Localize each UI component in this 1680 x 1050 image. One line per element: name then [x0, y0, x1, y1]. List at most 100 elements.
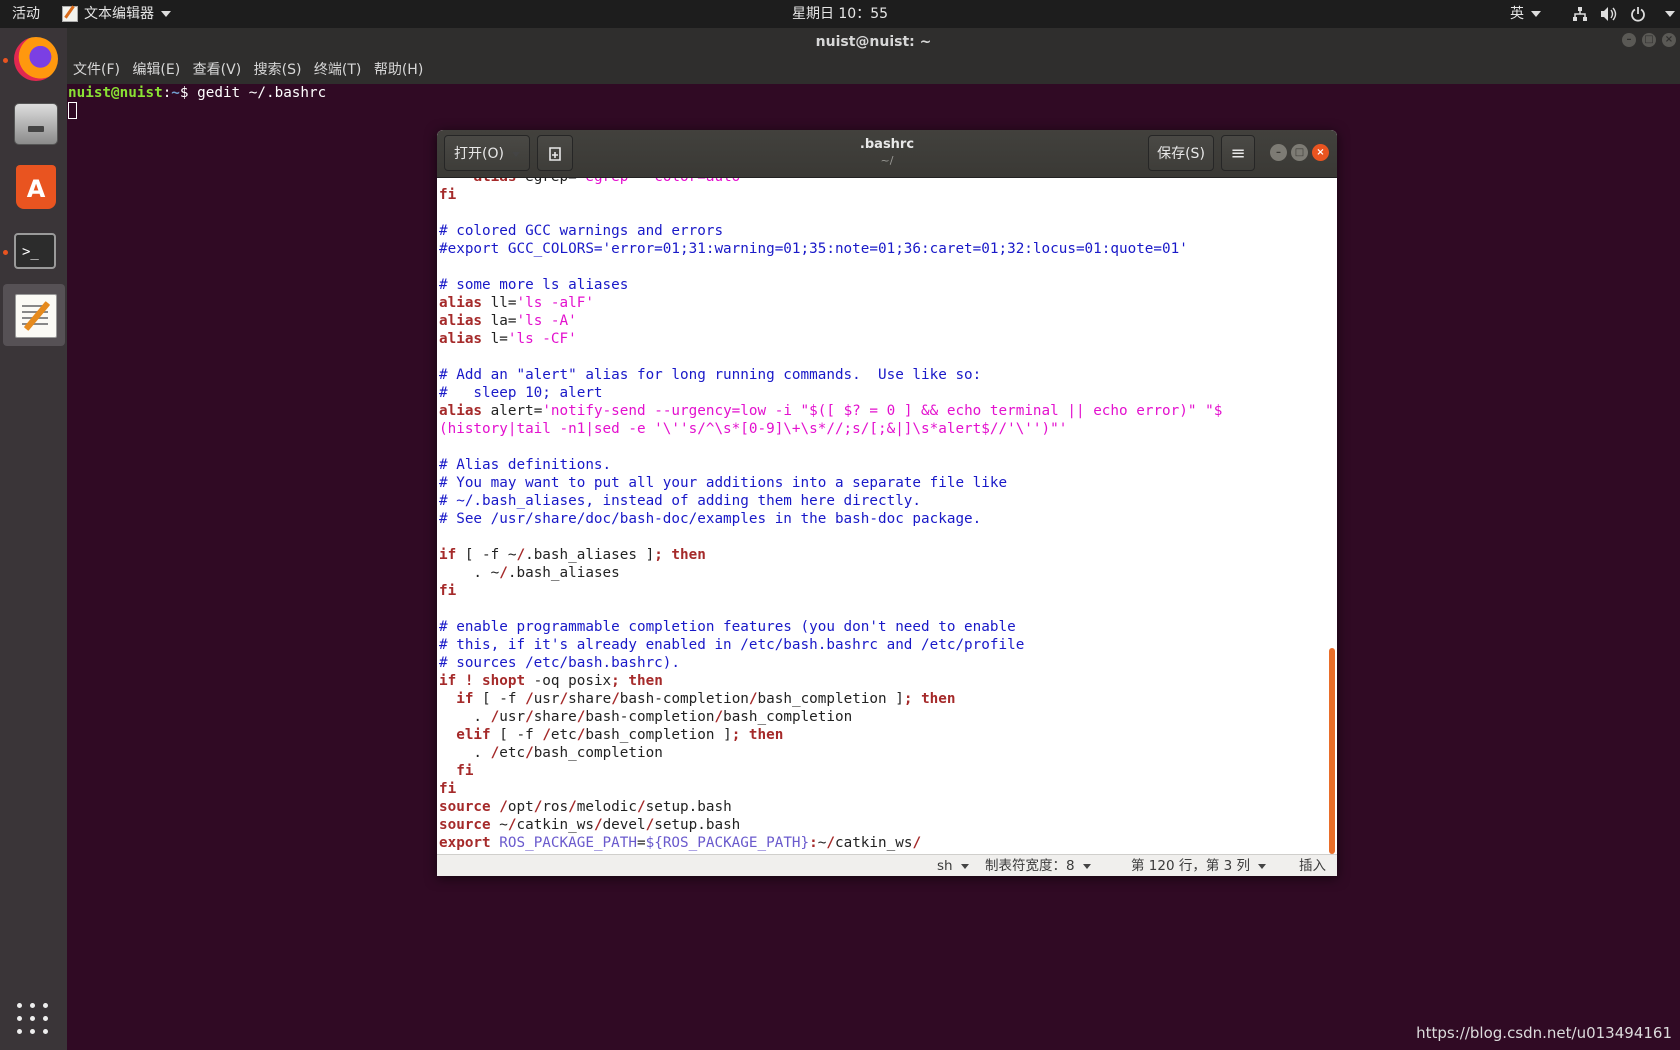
code-token: ll= [482, 295, 517, 311]
show-apps-icon[interactable] [17, 1003, 49, 1035]
code-token: / [568, 799, 577, 815]
clock-area: 星期日 10：55 [0, 0, 1680, 28]
software-center-icon: A [16, 165, 56, 209]
menu-help[interactable]: 帮助(H) [374, 62, 423, 78]
code-line: # See /usr/share/doc/bash-doc/examples i… [439, 510, 1222, 528]
system-menu[interactable] [1572, 0, 1675, 28]
terminal-titlebar[interactable]: nuist@nuist: ~ – □ × [67, 28, 1680, 56]
close-icon[interactable]: × [1662, 33, 1676, 47]
menu-edit[interactable]: 编辑(E) [132, 62, 180, 78]
code-token: . ~ [439, 565, 500, 581]
code-token: opt [507, 799, 534, 815]
app-menu[interactable]: 文本编辑器 [62, 0, 171, 28]
code-line: source /opt/ros/melodic/setup.bash [439, 798, 1222, 816]
code-line: alias egrep='egrep --color=auto' [439, 178, 1222, 186]
network-icon [1573, 7, 1587, 21]
editor-text-area[interactable]: alias egrep='egrep --color=auto'fi # col… [437, 178, 1337, 854]
code-token: alias [439, 295, 483, 311]
code-token: setup.bash [654, 817, 741, 833]
code-token: / [714, 709, 724, 725]
hamburger-menu-icon[interactable]: ≡ [1221, 135, 1255, 171]
menu-search[interactable]: 搜索(S) [254, 62, 302, 78]
menu-terminal[interactable]: 终端(T) [314, 62, 361, 78]
volume-icon [1601, 7, 1617, 21]
code-token: bash-completion [585, 709, 715, 725]
open-button-label: 打开(O) [454, 146, 520, 162]
tab-width-selector[interactable]: 制表符宽度：8 [985, 855, 1091, 876]
close-icon[interactable]: × [1312, 144, 1329, 161]
code-token: l= [482, 331, 508, 347]
code-token: .bash_aliases ] [525, 547, 655, 563]
scrollbar-thumb[interactable] [1329, 648, 1335, 854]
language-selector[interactable]: sh [937, 855, 969, 876]
code-token: / [516, 547, 526, 563]
dock-text-editor[interactable] [3, 284, 65, 346]
code-token: # ~/.bash_aliases, instead of adding the… [439, 493, 922, 509]
files-icon [14, 103, 58, 145]
menu-view[interactable]: 查看(V) [193, 62, 242, 78]
code-token: [ -f [473, 691, 526, 707]
chevron-down-icon [1658, 0, 1675, 28]
code-line: alias la='ls -A' [439, 312, 1222, 330]
new-document-button[interactable] [537, 135, 573, 171]
code-token: # Add an "alert" alias for long running … [439, 367, 982, 383]
watermark: https://blog.csdn.net/u013494161 [1416, 1024, 1672, 1042]
code-token: etc [550, 727, 577, 743]
text-editor-icon [15, 294, 57, 338]
code-token: usr [533, 691, 560, 707]
open-button[interactable]: 打开(O) [444, 135, 530, 171]
cursor-line [68, 102, 1680, 120]
code-token: / [593, 817, 603, 833]
power-icon [1631, 7, 1645, 22]
clock[interactable]: 星期日 10：55 [792, 6, 888, 22]
save-button[interactable]: 保存(S) [1148, 135, 1214, 171]
maximize-icon[interactable]: □ [1291, 144, 1308, 161]
code-token: setup.bash [645, 799, 732, 815]
code-token: la= [482, 313, 517, 329]
code-line: # You may want to put all your additions… [439, 474, 1222, 492]
code-line: . /etc/bash_completion [439, 744, 1222, 762]
code-line: elif [ -f /etc/bash_completion ]; then [439, 726, 1222, 744]
code-token: source / [439, 799, 508, 815]
maximize-icon[interactable]: □ [1642, 33, 1656, 47]
minimize-icon[interactable]: – [1622, 33, 1636, 47]
code-token: ${ROS_PACKAGE_PATH} [645, 835, 810, 851]
code-token: : [809, 835, 818, 851]
code-token: # sleep 10; alert [439, 385, 603, 401]
code-line: # Add an "alert" alias for long running … [439, 366, 1222, 384]
code-token: [ -f ~ [456, 547, 517, 563]
code-line: (history|tail -n1|sed -e '\''s/^\s*[0-9]… [439, 420, 1222, 438]
gedit-headerbar[interactable]: 打开(O) .bashrc ~/ 保存(S) ≡ – □ × [437, 130, 1337, 178]
code-line: . /usr/share/bash-completion/bash_comple… [439, 708, 1222, 726]
code-line: if [ -f /usr/share/bash-completion/bash_… [439, 690, 1222, 708]
dock-terminal[interactable]: >_ [3, 220, 65, 282]
code-line: source ~/catkin_ws/devel/setup.bash [439, 816, 1222, 834]
code-token: fi [439, 187, 457, 203]
document-path: ~/ [880, 154, 894, 167]
code-token: (history|tail -n1|sed -e '\''s/^\s*[0-9]… [439, 421, 1068, 437]
menu-file[interactable]: 文件(F) [73, 62, 120, 78]
input-method-indicator[interactable]: 英 [1510, 0, 1541, 28]
code-token: # this, if it's already enabled in /etc/… [439, 637, 1025, 653]
code-token: / [611, 691, 620, 707]
activities-button[interactable]: 活动 [12, 0, 40, 28]
code-token: if ! shopt [439, 673, 526, 689]
code-token: alias [439, 331, 483, 347]
code-line: # sleep 10; alert [439, 384, 1222, 402]
code-token: elif [456, 727, 491, 743]
dock-firefox[interactable] [3, 28, 65, 90]
minimize-icon[interactable]: – [1270, 144, 1287, 161]
code-token: / [490, 709, 500, 725]
code-token: 'ls -A' [516, 313, 577, 329]
cursor-position[interactable]: 第 120 行，第 3 列 [1131, 855, 1266, 876]
dock-files[interactable] [3, 92, 65, 154]
dock-software[interactable]: A [3, 156, 65, 218]
document-title: .bashrc [859, 137, 915, 152]
code-token: [ -f [490, 727, 543, 743]
terminal-icon: >_ [14, 233, 56, 269]
insert-mode: 插入 [1299, 858, 1326, 874]
